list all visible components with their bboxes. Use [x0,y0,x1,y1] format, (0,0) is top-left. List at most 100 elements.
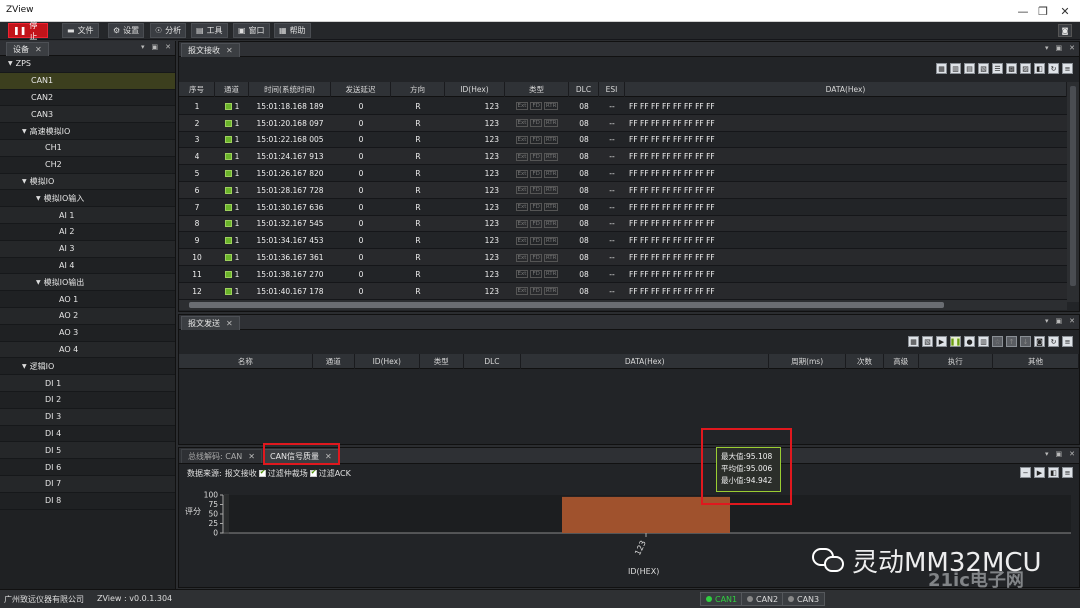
column-header[interactable]: 类型 [505,82,569,97]
menu-icon[interactable]: ≡ [1062,467,1073,478]
receive-hscrollbar[interactable] [179,300,1067,310]
status-channel-can2[interactable]: CAN2 [741,592,785,606]
table-row[interactable]: 9 1 15:01:34.167 453 0 R 123 Ext FD RTR 08 -- FF FF… [179,232,1067,250]
tree-item[interactable]: DI 7 [0,475,175,493]
column-header[interactable]: 其他 [993,354,1080,369]
scroll-icon[interactable]: ▨ [1020,63,1031,74]
menu-analysis[interactable]: ☉ 分析 [150,23,187,38]
tree-item[interactable]: CH1 [0,139,175,157]
menu-icon[interactable]: ≡ [1062,336,1073,347]
minimize-button[interactable]: — [1012,2,1034,20]
close-icon[interactable]: ✕ [248,452,255,461]
column-header[interactable]: 序号 [179,82,215,97]
close-icon[interactable]: ✕ [165,43,171,51]
tab-send[interactable]: 报文发送 ✕ [181,316,240,330]
table-row[interactable]: 4 1 15:01:24.167 913 0 R 123 Ext FD RTR 08 -- FF FF… [179,148,1067,166]
table-row[interactable]: 12 1 15:01:40.167 178 0 R 123 Ext FD RTR 08 -- FF F… [179,282,1067,300]
tree-item[interactable]: AO 2 [0,307,175,325]
record-icon[interactable]: ● [964,336,975,347]
menu-tools[interactable]: ▤ 工具 [191,23,228,38]
menu-help[interactable]: ▦ 帮助 [274,23,311,38]
tree-item[interactable]: DI 4 [0,426,175,443]
screenshot-icon[interactable]: ◙ [1058,24,1072,37]
close-icon[interactable]: ✕ [1069,317,1075,325]
tree-item[interactable]: ▼ 模拟IO输出 [0,274,175,292]
expand-arrow-icon[interactable]: ▼ [22,128,27,135]
scroll-thumb[interactable] [189,302,944,308]
tree-item[interactable]: AI 3 [0,240,175,258]
column-header[interactable]: 时间(系统时间) [249,82,331,97]
tree-item[interactable]: DI 5 [0,442,175,460]
expand-arrow-icon[interactable]: ▼ [22,363,27,370]
column-header[interactable]: ID(Hex) [445,82,505,97]
tree-item[interactable]: DI 6 [0,459,175,476]
source-value[interactable]: 报文接收 [225,468,257,479]
scroll-thumb[interactable] [1070,86,1076,286]
column-header[interactable]: DATA(Hex) [625,82,1067,97]
column-header[interactable]: 执行 [919,354,994,369]
column-header[interactable]: 通道 [313,354,355,369]
refresh-icon[interactable]: ↻ [1048,63,1059,74]
tree-item[interactable]: AI 4 [0,258,175,275]
table-row[interactable]: 10 1 15:01:36.167 361 0 R 123 Ext FD RTR 08 -- FF F… [179,249,1067,266]
star-icon[interactable]: ☆ [992,336,1003,347]
play-icon[interactable]: ▶ [936,336,947,347]
window-icon[interactable]: ◧ [1034,63,1045,74]
tree-item[interactable]: CH2 [0,157,175,174]
float-icon[interactable]: ▣ [1056,44,1063,52]
expand-arrow-icon[interactable]: ▼ [8,60,13,67]
filter-icon[interactable]: ▤ [964,63,975,74]
menu-icon[interactable]: ≡ [1062,63,1073,74]
expand-arrow-icon[interactable]: ▼ [36,195,41,202]
tree-item[interactable]: ▼ 模拟IO [0,173,175,191]
pause-icon[interactable]: ❚❚ [950,336,961,347]
table-row[interactable]: 2 1 15:01:20.168 097 0 R 123 Ext FD RTR 08 -- FF FF… [179,114,1067,132]
close-icon[interactable]: ✕ [1069,44,1075,52]
tab-receive[interactable]: 报文接收 ✕ [181,43,240,57]
minus-icon[interactable]: − [1020,467,1031,478]
dropdown-icon[interactable]: ▾ [1045,317,1049,325]
table-row[interactable]: 11 1 15:01:38.167 270 0 R 123 Ext FD RTR 08 -- FF F… [179,266,1067,283]
tree-item[interactable]: DI 3 [0,408,175,426]
add-icon[interactable]: ▦ [908,336,919,347]
column-header[interactable]: 类型 [420,354,464,369]
table-row[interactable]: 3 1 15:01:22.168 005 0 R 123 Ext FD RTR 08 -- FF FF… [179,132,1067,149]
tree-item[interactable]: DI 2 [0,392,175,409]
column-header[interactable]: 高级 [884,354,919,369]
tree-item[interactable]: AI 1 [0,207,175,224]
dropdown-icon[interactable]: ▾ [1045,44,1049,52]
tree-item[interactable]: AO 1 [0,291,175,308]
bank-icon[interactable]: ▥ [950,63,961,74]
save-icon[interactable]: ▦ [936,63,947,74]
tree-item[interactable]: CAN2 [0,90,175,107]
column-header[interactable]: ID(Hex) [355,354,420,369]
tree-item[interactable]: DI 8 [0,493,175,510]
import-icon[interactable]: ▧ [922,336,933,347]
menu-file[interactable]: ▬ 文件 [62,23,99,38]
column-header[interactable]: 发送延迟 [331,82,391,97]
tree-item[interactable]: AO 3 [0,325,175,342]
table-row[interactable]: 6 1 15:01:28.167 728 0 R 123 Ext FD RTR 08 -- FF FF… [179,182,1067,199]
expand-arrow-icon[interactable]: ▼ [22,178,27,185]
export-icon[interactable]: ▧ [978,63,989,74]
float-icon[interactable]: ▣ [152,43,159,51]
export-icon[interactable]: ◧ [1048,467,1059,478]
close-icon[interactable]: ✕ [1069,450,1075,458]
column-header[interactable]: 方向 [391,82,445,97]
tree-item[interactable]: AO 4 [0,341,175,359]
tree-item[interactable]: AI 2 [0,224,175,241]
status-channel-can3[interactable]: CAN3 [782,592,826,606]
column-header[interactable]: ESI [599,82,625,97]
stop-button[interactable]: ❚❚ 停止 [8,21,48,41]
column-header[interactable]: 名称 [179,354,313,369]
float-icon[interactable]: ▣ [1056,450,1063,458]
tree-item[interactable]: DI 1 [0,375,175,392]
close-button[interactable]: ✕ [1054,2,1076,20]
dropdown-icon[interactable]: ▾ [141,43,145,51]
maximize-button[interactable]: ❐ [1032,2,1054,20]
menu-settings[interactable]: ⚙ 设置 [108,23,145,38]
arrow-down-icon[interactable]: ↓ [1020,336,1031,347]
float-icon[interactable]: ▣ [1056,317,1063,325]
play-icon[interactable]: ▶ [1034,467,1045,478]
column-header[interactable]: DLC [569,82,599,97]
